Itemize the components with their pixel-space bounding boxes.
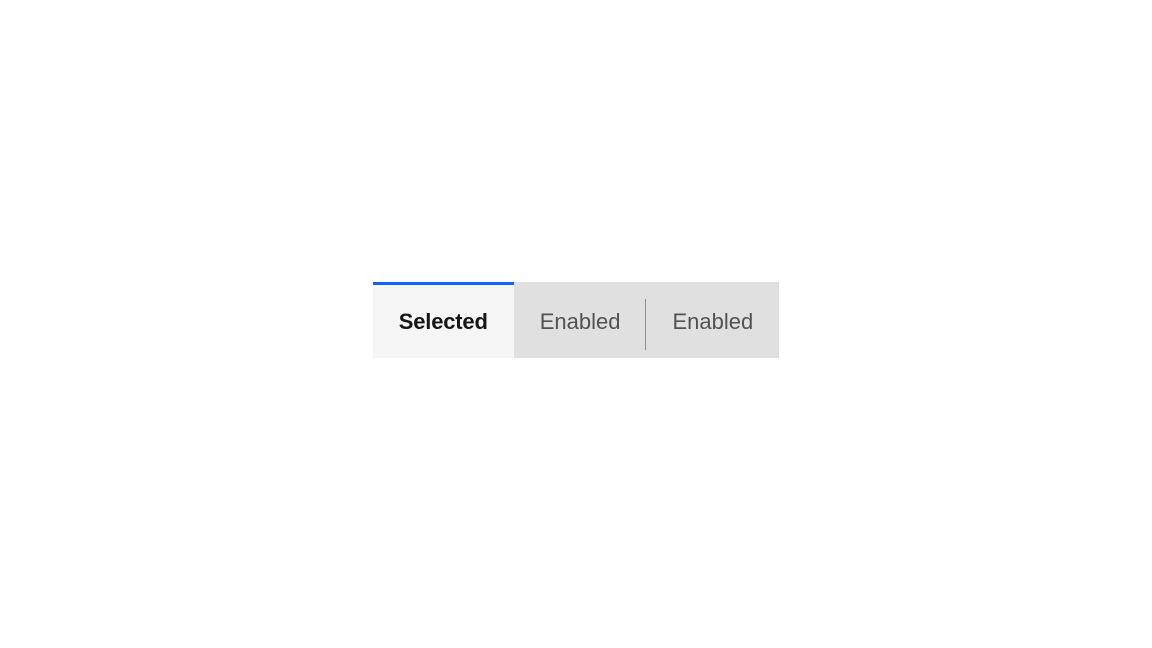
tab-enabled-1[interactable]: Enabled [514, 282, 647, 358]
tab-enabled-2[interactable]: Enabled [646, 282, 779, 358]
tab-selected[interactable]: Selected [373, 282, 514, 358]
tab-label: Enabled [540, 309, 621, 335]
tabs-container: Selected Enabled Enabled [373, 282, 779, 358]
tab-label: Enabled [672, 309, 753, 335]
tab-label: Selected [399, 309, 488, 335]
